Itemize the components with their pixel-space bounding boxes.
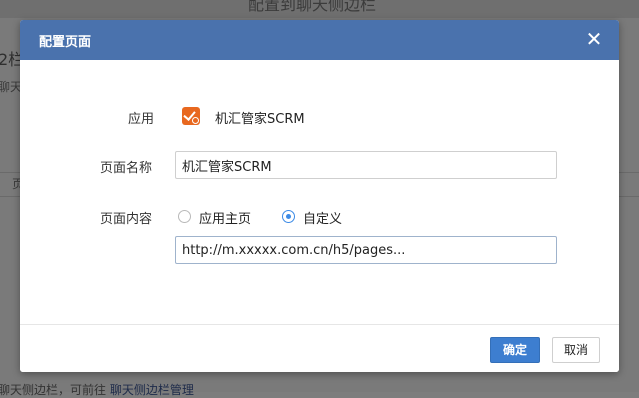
page-content-label: 页面内容 [100, 212, 153, 227]
page-name-input[interactable] [175, 151, 557, 179]
dialog-header: 配置页面 [20, 20, 619, 60]
confirm-button[interactable]: 确定 [490, 337, 540, 363]
close-icon[interactable] [583, 28, 605, 50]
radio-circle-icon [178, 210, 191, 223]
radio-checked-icon [282, 210, 295, 223]
background-footer-link: 聊天侧边栏管理 [109, 383, 194, 397]
app-logo-icon [182, 107, 200, 125]
background-subtext: 聊天 [0, 80, 23, 94]
configure-page-dialog: 配置页面 应用 机汇管家SCRM 页面名称 页面内容 应用主页 自定义 确定 取… [20, 20, 619, 372]
cancel-button[interactable]: 取消 [552, 337, 600, 363]
background-page-title: 配置到聊天侧边栏 [248, 0, 377, 14]
badge-dot-icon [192, 117, 199, 124]
background-footer-text: 聊天侧边栏，可前往 [0, 383, 107, 397]
radio-label: 应用主页 [199, 212, 252, 227]
app-name: 机汇管家SCRM [215, 112, 305, 127]
custom-url-input[interactable] [175, 236, 557, 264]
background-footer: 聊天侧边栏，可前往 聊天侧边栏管理 [0, 381, 194, 398]
dialog-footer: 确定 取消 [20, 324, 619, 372]
radio-label: 自定义 [303, 212, 343, 227]
app-label: 应用 [128, 112, 155, 127]
page-name-label: 页面名称 [100, 161, 153, 176]
dialog-title: 配置页面 [39, 35, 92, 50]
